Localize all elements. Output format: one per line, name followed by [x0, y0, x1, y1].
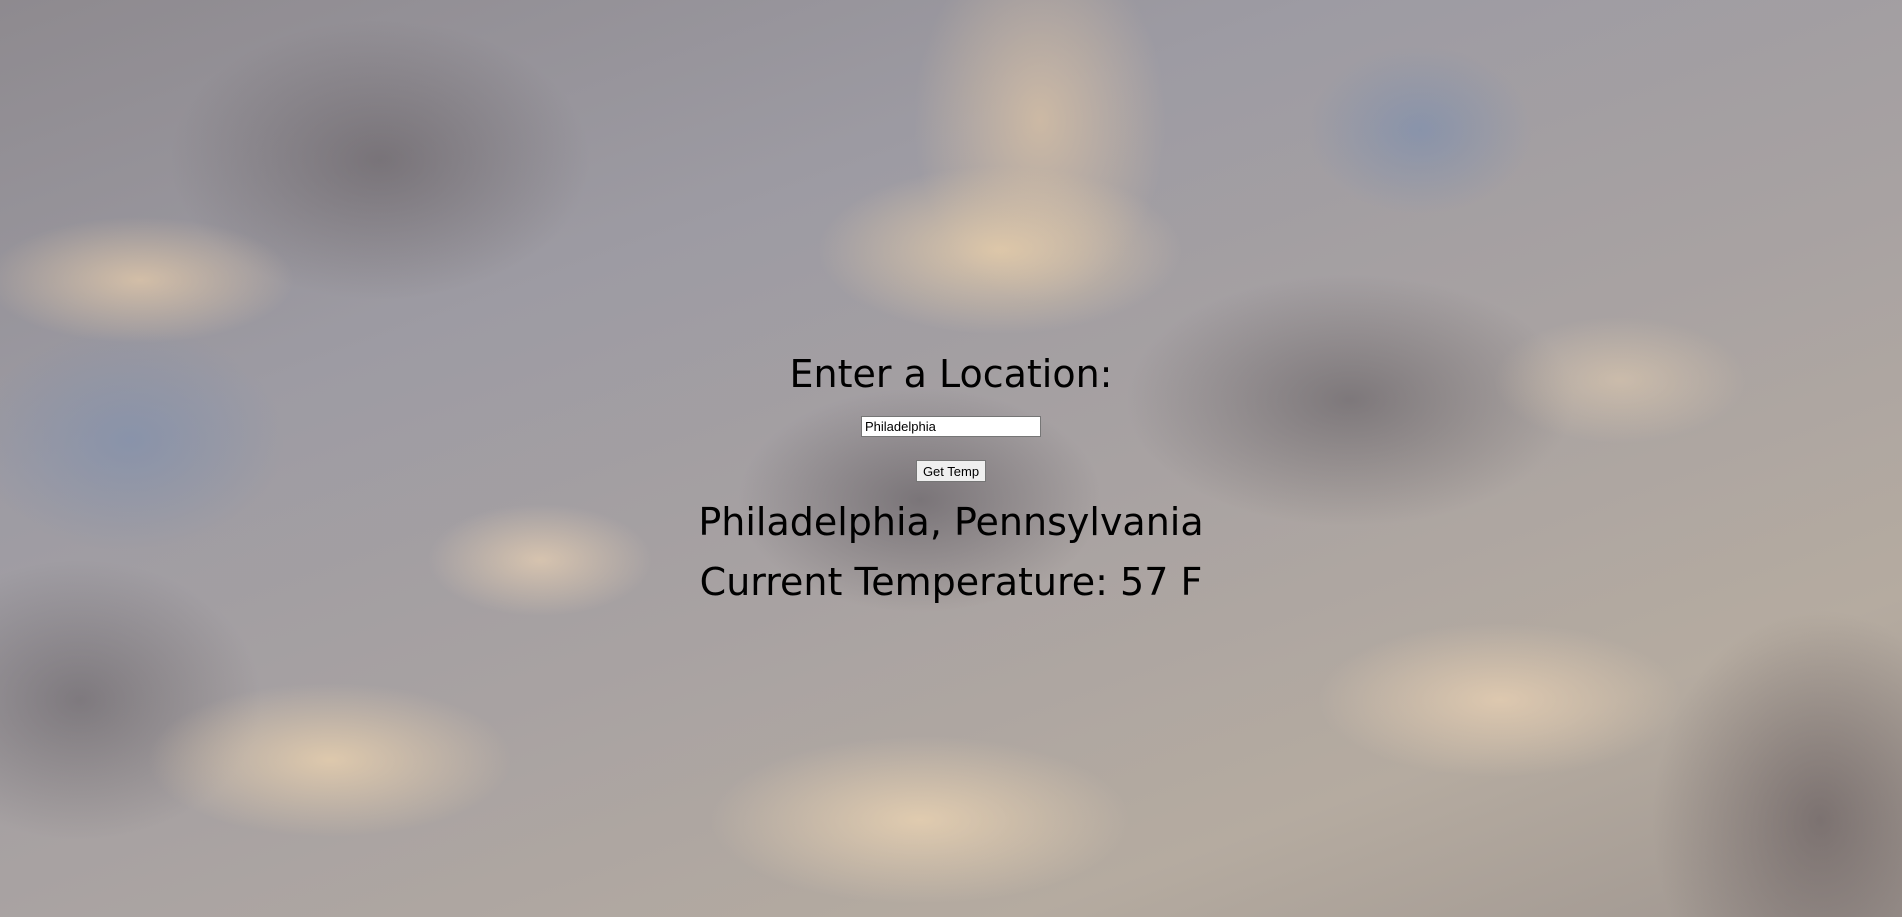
cloudy-sky-background	[0, 0, 1902, 917]
button-container: Get Temp	[0, 460, 1902, 482]
current-temperature: Current Temperature: 57 F	[699, 560, 1203, 604]
location-input-container	[0, 416, 1902, 437]
enter-location-heading: Enter a Location:	[789, 352, 1113, 396]
get-temp-button[interactable]: Get Temp	[915, 460, 987, 482]
location-input[interactable]	[861, 416, 1041, 437]
location-result: Philadelphia, Pennsylvania	[698, 500, 1204, 544]
